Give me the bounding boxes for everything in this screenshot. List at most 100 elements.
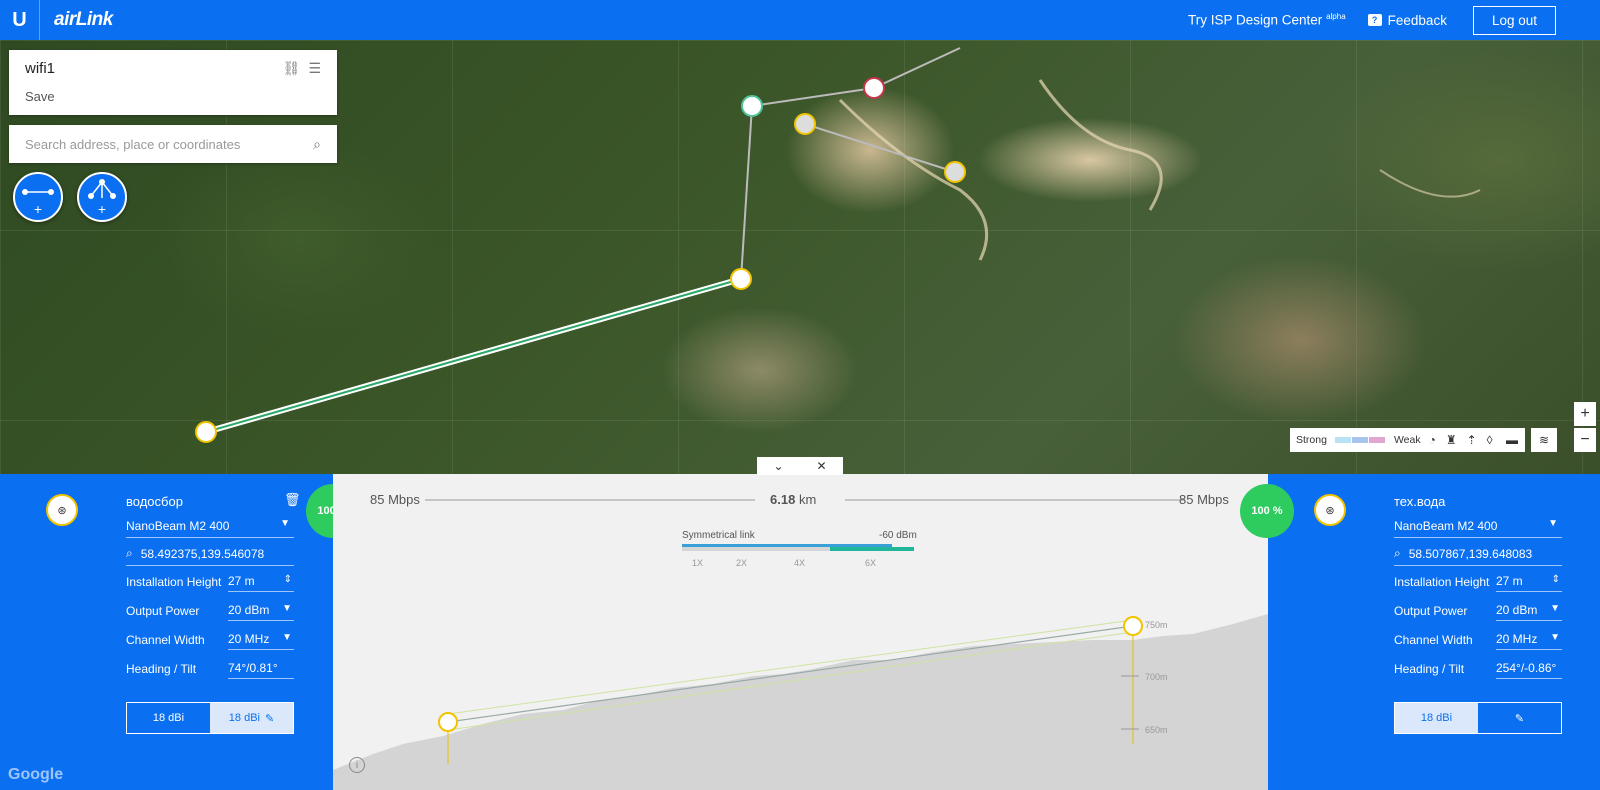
antenna-gain-toggle: 18 dBi ✎ bbox=[1394, 702, 1562, 734]
antenna-gain-toggle: 18 dBi 18 dBi ✎ bbox=[126, 702, 294, 734]
profile-left-marker[interactable] bbox=[438, 712, 458, 732]
logout-button[interactable]: Log out bbox=[1472, 5, 1556, 35]
output-power-select[interactable]: 20 dBm ▼ bbox=[1496, 599, 1562, 621]
gain-option-a[interactable]: 18 dBi bbox=[1395, 703, 1478, 733]
elevation-label: 700m bbox=[1145, 672, 1168, 682]
output-power-select[interactable]: 20 dBm ▼ bbox=[228, 599, 294, 621]
device-name[interactable]: тех.вода bbox=[1394, 494, 1445, 509]
layers-icon: ≋ bbox=[1538, 433, 1550, 447]
ruler-icon: ▬ bbox=[1506, 433, 1518, 447]
elevation-label: 650m bbox=[1145, 725, 1168, 735]
gain-option-b[interactable]: 18 dBi ✎ bbox=[210, 703, 293, 733]
heading-tilt-label: Heading / Tilt bbox=[1394, 662, 1465, 676]
antenna-icon: ⊛ bbox=[46, 494, 78, 526]
link-line[interactable] bbox=[740, 105, 753, 280]
zoom-out-button[interactable]: − bbox=[1574, 428, 1596, 452]
chevron-down-icon: ⌄ bbox=[773, 459, 784, 473]
app-name: airLink bbox=[54, 9, 113, 30]
output-power-label: Output Power bbox=[126, 604, 200, 618]
installation-height-label: Installation Height bbox=[1394, 575, 1490, 589]
device-model-select[interactable]: NanoBeam M2 400 ▼ bbox=[126, 514, 294, 538]
heading-tilt-field[interactable]: 74°/0.81° bbox=[228, 657, 294, 679]
link-line[interactable] bbox=[873, 47, 961, 89]
drop-icon[interactable]: ◊ bbox=[1487, 433, 1493, 447]
coordinates-field[interactable]: ⌕ 58.492375,139.546078 bbox=[126, 542, 294, 566]
channel-width-label: Channel Width bbox=[126, 633, 205, 647]
channel-width-select[interactable]: 20 MHz ▼ bbox=[228, 628, 294, 650]
terrain-profile bbox=[333, 614, 1268, 790]
project-name[interactable]: wifi1 bbox=[25, 60, 55, 77]
device-marker[interactable] bbox=[944, 161, 966, 183]
link-line[interactable] bbox=[804, 123, 956, 173]
device-marker[interactable] bbox=[794, 113, 816, 135]
signal-legend: Strong Weak ◔ ♜ ⇡ ◊ bbox=[1290, 428, 1499, 452]
feedback-button[interactable]: ? Feedback bbox=[1367, 13, 1447, 28]
device-marker[interactable] bbox=[741, 95, 763, 117]
elevation-profile: 85 Mbps 6.18 km 85 Mbps Symmetrical link… bbox=[333, 474, 1268, 790]
search-icon: ⌕ bbox=[1394, 546, 1401, 560]
coordinates-field[interactable]: ⌕ 58.507867,139.648083 bbox=[1394, 542, 1562, 566]
trash-icon[interactable]: 🗑 bbox=[284, 492, 301, 508]
search-icon: ⌕ bbox=[126, 546, 133, 560]
stepper-icon[interactable]: ⇕ bbox=[284, 574, 292, 585]
antenna-icon[interactable]: ⇡ bbox=[1467, 433, 1477, 447]
output-power-label: Output Power bbox=[1394, 604, 1468, 618]
save-button[interactable]: Save bbox=[25, 89, 55, 104]
close-button[interactable]: ✕ bbox=[800, 457, 843, 475]
search-input[interactable] bbox=[25, 136, 314, 152]
heading-tilt-field[interactable]: 254°/-0.86° bbox=[1496, 657, 1562, 679]
add-ptp-link-button[interactable]: + bbox=[13, 172, 63, 222]
pencil-icon: ✎ bbox=[264, 712, 275, 725]
link-icon[interactable]: ⛓ bbox=[283, 60, 301, 77]
channel-width-label: Channel Width bbox=[1394, 633, 1473, 647]
search-box: ⌕ bbox=[9, 125, 337, 163]
gain-option-a[interactable]: 18 dBi bbox=[127, 703, 210, 733]
isp-design-center-link[interactable]: Try ISP Design Center alpha bbox=[1188, 12, 1346, 28]
left-device-panel: ⊛ водосбор 🗑 NanoBeam M2 400 ▼ ⌕ 58.492375… bbox=[0, 474, 340, 790]
channel-width-select[interactable]: 20 MHz ▼ bbox=[1496, 628, 1562, 650]
device-marker[interactable] bbox=[863, 77, 885, 99]
legend-strong-label: Strong bbox=[1296, 434, 1327, 446]
installation-height-stepper[interactable]: 27 m ⇕ bbox=[1496, 570, 1562, 592]
close-icon: ✕ bbox=[816, 459, 827, 473]
menu-icon[interactable]: ☰ bbox=[308, 60, 321, 77]
collapse-button[interactable]: ⌄ bbox=[757, 457, 800, 475]
heading-tilt-label: Heading / Tilt bbox=[126, 662, 197, 676]
gain-option-b[interactable]: ✎ bbox=[1478, 703, 1561, 733]
chevron-down-icon: ▼ bbox=[282, 632, 292, 643]
link-line[interactable] bbox=[751, 87, 875, 107]
chat-icon: ? bbox=[1367, 14, 1382, 26]
antenna-icon: ⊛ bbox=[1314, 494, 1346, 526]
pencil-icon: ✎ bbox=[1514, 712, 1525, 725]
installation-height-label: Installation Height bbox=[126, 575, 222, 589]
add-ptmp-network-button[interactable]: + bbox=[77, 172, 127, 222]
link-details-panel: ⊛ водосбор 🗑 NanoBeam M2 400 ▼ ⌕ 58.492375… bbox=[0, 474, 1600, 790]
chevron-down-icon: ▼ bbox=[282, 603, 292, 614]
device-marker-right[interactable] bbox=[730, 268, 752, 290]
ubiquiti-logo[interactable]: U bbox=[0, 0, 40, 40]
chevron-down-icon: ▼ bbox=[1550, 632, 1560, 643]
layers-button[interactable]: ≋ bbox=[1531, 428, 1557, 452]
wifi-signal-icon[interactable]: ◔ bbox=[1429, 433, 1436, 447]
device-marker-left[interactable] bbox=[195, 421, 217, 443]
legend-weak-label: Weak bbox=[1393, 434, 1421, 446]
chevron-down-icon: ▼ bbox=[1548, 518, 1558, 529]
panel-controls: ⌄ ✕ bbox=[757, 457, 843, 475]
zoom-in-button[interactable]: + bbox=[1574, 402, 1596, 426]
top-bar: U airLink Try ISP Design Center alpha ? F… bbox=[0, 0, 1600, 40]
elevation-label: 750m bbox=[1145, 620, 1168, 630]
search-icon[interactable]: ⌕ bbox=[313, 136, 321, 153]
project-card: wifi1 Save ⛓ ☰ bbox=[9, 50, 337, 115]
installation-height-stepper[interactable]: 27 m ⇕ bbox=[228, 570, 294, 592]
legend-color-bar bbox=[1334, 437, 1386, 443]
chevron-down-icon: ▼ bbox=[1550, 603, 1560, 614]
right-device-panel: ⊛ тех.вода NanoBeam M2 400 ▼ ⌕ 58.507867,1… bbox=[1268, 474, 1600, 790]
tower-icon[interactable]: ♜ bbox=[1446, 433, 1457, 447]
google-watermark: Google bbox=[8, 766, 64, 783]
info-icon[interactable]: i bbox=[349, 757, 365, 773]
ruler-button[interactable]: ▬ bbox=[1499, 428, 1525, 452]
stepper-icon[interactable]: ⇕ bbox=[1552, 574, 1560, 585]
device-model-select[interactable]: NanoBeam M2 400 ▼ bbox=[1394, 514, 1562, 538]
profile-right-marker[interactable] bbox=[1123, 616, 1143, 636]
device-name[interactable]: водосбор bbox=[126, 494, 183, 509]
